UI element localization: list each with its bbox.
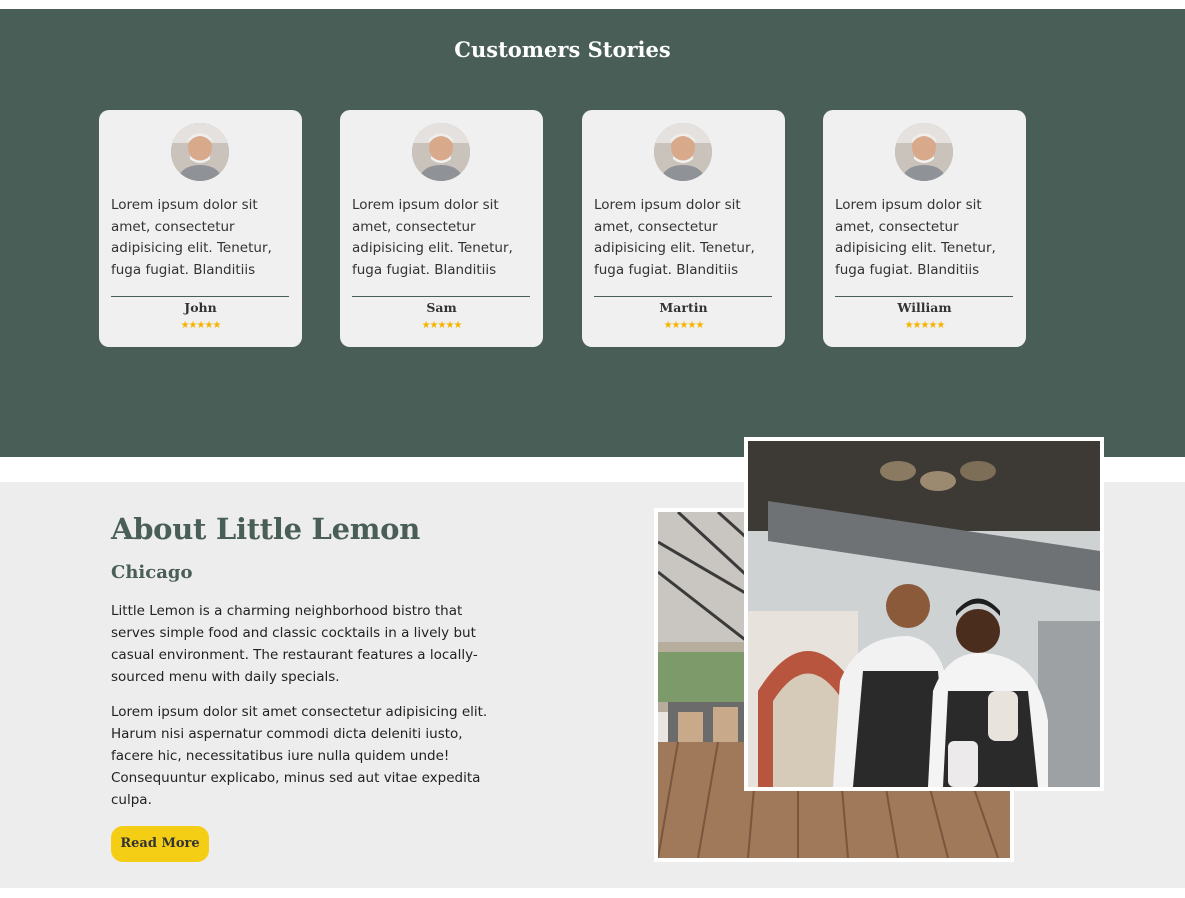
testimonial-text: Lorem ipsum dolor sit amet, consectetur …: [352, 197, 513, 279]
chefs-image: [744, 437, 1104, 791]
star-rating: ★★★★★: [421, 320, 463, 331]
divider: [835, 296, 1013, 297]
avatar: [895, 123, 953, 181]
star-rating: ★★★★★: [180, 320, 222, 331]
customer-name: Martin: [659, 300, 708, 315]
read-more-button[interactable]: Read More: [111, 826, 209, 862]
testimonial-card: Lorem ipsum dolor sit amet, consectetur …: [582, 110, 785, 347]
customer-name: Sam: [426, 300, 457, 315]
about-paragraph: Little Lemon is a charming neighborhood …: [111, 603, 478, 685]
about-paragraph: Lorem ipsum dolor sit amet consectetur a…: [111, 704, 488, 808]
testimonial-text: Lorem ipsum dolor sit amet, consectetur …: [594, 197, 755, 279]
about-section: About Little Lemon Chicago Little Lemon …: [0, 437, 1185, 888]
star-rating: ★★★★★: [904, 320, 946, 331]
about-subtitle: Chicago: [111, 562, 193, 583]
customer-name: William: [897, 300, 952, 315]
avatar: [171, 123, 229, 181]
testimonial-text: Lorem ipsum dolor sit amet, consectetur …: [111, 197, 272, 279]
star-rating: ★★★★★: [663, 320, 705, 331]
divider: [594, 296, 772, 297]
testimonial-card: Lorem ipsum dolor sit amet, consectetur …: [340, 110, 543, 347]
about-title: About Little Lemon: [111, 512, 421, 546]
divider: [352, 296, 530, 297]
testimonial-text: Lorem ipsum dolor sit amet, consectetur …: [835, 197, 996, 279]
section-title: Customers Stories: [454, 37, 671, 62]
customer-stories-section: Customers Stories Lorem ipsum dolor sit …: [0, 9, 1185, 457]
customer-name: John: [184, 300, 217, 315]
divider: [111, 296, 289, 297]
testimonial-card: Lorem ipsum dolor sit amet, consectetur …: [99, 110, 302, 347]
testimonial-card: Lorem ipsum dolor sit amet, consectetur …: [823, 110, 1026, 347]
avatar: [412, 123, 470, 181]
avatar: [654, 123, 712, 181]
